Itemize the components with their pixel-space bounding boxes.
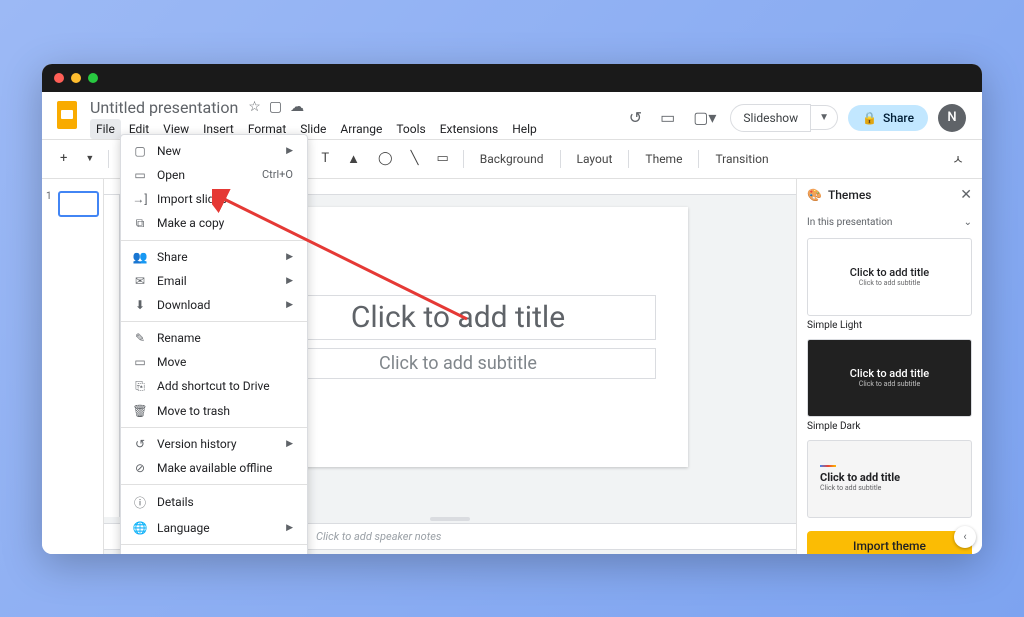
menu-item-import-slides[interactable]: →] Import slides bbox=[121, 187, 307, 211]
menu-item-page-setup[interactable]: ▢ Page setup bbox=[121, 549, 307, 554]
themes-title: Themes bbox=[828, 188, 871, 202]
move-icon[interactable]: ▢ bbox=[269, 99, 282, 115]
menu-item-trash[interactable]: 🗑 Move to trash bbox=[121, 399, 307, 423]
submenu-arrow-icon: ▶ bbox=[286, 146, 293, 156]
globe-icon: 🌐 bbox=[131, 521, 149, 535]
history-icon[interactable]: ↺ bbox=[625, 104, 646, 131]
menu-tools[interactable]: Tools bbox=[390, 119, 431, 139]
copy-icon: ⧉ bbox=[131, 216, 149, 231]
new-slide-button[interactable]: + bbox=[54, 147, 73, 170]
menu-item-language[interactable]: 🌐 Language ▶ bbox=[121, 516, 307, 540]
close-icon[interactable]: ✕ bbox=[960, 187, 972, 203]
new-slide-dropdown[interactable]: ▼ bbox=[79, 149, 100, 168]
menu-item-open[interactable]: ▭ Open Ctrl+O bbox=[121, 163, 307, 187]
theme-streamline[interactable]: Click to add title Click to add subtitle bbox=[807, 440, 972, 518]
meet-icon[interactable]: ▢▾ bbox=[689, 104, 720, 131]
submenu-arrow-icon: ▶ bbox=[286, 300, 293, 310]
submenu-arrow-icon: ▶ bbox=[286, 523, 293, 533]
menu-help[interactable]: Help bbox=[506, 119, 543, 139]
move-folder-icon: ▭ bbox=[131, 355, 149, 369]
slide-thumbnail-1[interactable]: 1 bbox=[46, 191, 99, 217]
slide-filmstrip: 1 bbox=[42, 179, 104, 554]
palette-icon: 🎨 bbox=[807, 188, 822, 202]
menu-item-share[interactable]: 👥 Share ▶ bbox=[121, 245, 307, 269]
share-icon: 👥 bbox=[131, 250, 149, 264]
shortcut-icon: ⎘ bbox=[131, 379, 149, 394]
menu-item-move[interactable]: ▭ Move bbox=[121, 350, 307, 374]
submenu-arrow-icon: ▶ bbox=[286, 276, 293, 286]
comments-icon[interactable]: ▭ bbox=[656, 104, 679, 131]
line-tool[interactable]: ╲ bbox=[405, 147, 425, 170]
ruler-vertical bbox=[104, 195, 120, 517]
star-icon[interactable]: ☆ bbox=[248, 99, 261, 115]
download-icon: ⬇ bbox=[131, 298, 149, 312]
window-minimize-icon[interactable] bbox=[71, 73, 81, 83]
lock-icon: 🔒 bbox=[862, 111, 877, 125]
app-window: Untitled presentation ☆ ▢ ☁ File Edit Vi… bbox=[42, 64, 982, 554]
import-icon: →] bbox=[131, 192, 149, 206]
menu-item-new[interactable]: ▢ New ▶ bbox=[121, 139, 307, 163]
menu-item-rename[interactable]: ✎ Rename bbox=[121, 326, 307, 350]
file-menu-dropdown: ▢ New ▶ ▭ Open Ctrl+O →] Import slides ⧉… bbox=[120, 134, 308, 554]
menu-item-download[interactable]: ⬇ Download ▶ bbox=[121, 293, 307, 317]
background-button[interactable]: Background bbox=[472, 148, 552, 170]
toolbar-collapse-icon[interactable]: ㅅ bbox=[946, 145, 970, 172]
window-titlebar bbox=[42, 64, 982, 92]
thumbnail-preview bbox=[58, 191, 99, 217]
themes-section-toggle[interactable]: In this presentation ⌄ bbox=[797, 211, 982, 234]
shape-tool[interactable]: ◯ bbox=[372, 147, 399, 170]
import-theme-button[interactable]: Import theme bbox=[807, 531, 972, 554]
theme-simple-dark[interactable]: Click to add title Click to add subtitle bbox=[807, 339, 972, 417]
document-icon: ▢ bbox=[131, 144, 149, 158]
email-icon: ✉ bbox=[131, 274, 149, 288]
slide-subtitle-placeholder[interactable]: Click to add subtitle bbox=[260, 348, 656, 379]
history-icon: ↺ bbox=[131, 437, 149, 451]
rename-icon: ✎ bbox=[131, 331, 149, 345]
submenu-arrow-icon: ▶ bbox=[286, 439, 293, 449]
app-header: Untitled presentation ☆ ▢ ☁ File Edit Vi… bbox=[42, 92, 982, 140]
slides-logo-icon[interactable] bbox=[54, 98, 80, 132]
menu-item-email[interactable]: ✉ Email ▶ bbox=[121, 269, 307, 293]
menu-item-offline[interactable]: ⊘ Make available offline bbox=[121, 456, 307, 480]
menu-item-make-copy[interactable]: ⧉ Make a copy bbox=[121, 211, 307, 236]
offline-icon: ⊘ bbox=[131, 461, 149, 475]
chevron-down-icon: ⌄ bbox=[964, 217, 972, 228]
theme-simple-light[interactable]: Click to add title Click to add subtitle bbox=[807, 238, 972, 316]
layout-button[interactable]: Layout bbox=[569, 148, 621, 170]
trash-icon: 🗑 bbox=[131, 404, 149, 418]
folder-icon: ▭ bbox=[131, 168, 149, 182]
notes-resize-handle[interactable] bbox=[430, 517, 470, 521]
info-icon: ⓘ bbox=[131, 494, 149, 511]
slideshow-dropdown[interactable]: ▼ bbox=[811, 105, 838, 130]
themes-panel: 🎨 Themes ✕ In this presentation ⌄ Click … bbox=[796, 179, 982, 554]
share-button[interactable]: 🔒 Share bbox=[848, 105, 928, 131]
window-zoom-icon[interactable] bbox=[88, 73, 98, 83]
theme-button[interactable]: Theme bbox=[637, 148, 690, 170]
menu-arrange[interactable]: Arrange bbox=[334, 119, 388, 139]
menu-item-version-history[interactable]: ↺ Version history ▶ bbox=[121, 432, 307, 456]
slideshow-button[interactable]: Slideshow bbox=[730, 104, 811, 132]
cloud-status-icon[interactable]: ☁ bbox=[290, 99, 304, 115]
transition-button[interactable]: Transition bbox=[707, 148, 776, 170]
slide-title-placeholder[interactable]: Click to add title bbox=[260, 295, 656, 340]
document-title[interactable]: Untitled presentation bbox=[90, 98, 238, 117]
textbox-tool[interactable]: T bbox=[315, 147, 335, 170]
account-avatar[interactable]: N bbox=[938, 104, 966, 132]
submenu-arrow-icon: ▶ bbox=[286, 252, 293, 262]
window-close-icon[interactable] bbox=[54, 73, 64, 83]
menu-file[interactable]: File bbox=[90, 119, 121, 139]
comment-tool[interactable]: ▭ bbox=[430, 147, 454, 170]
menu-extensions[interactable]: Extensions bbox=[434, 119, 504, 139]
expand-panel-fab[interactable]: ‹ bbox=[954, 526, 976, 548]
menu-item-details[interactable]: ⓘ Details bbox=[121, 489, 307, 516]
image-tool[interactable]: ▲ bbox=[341, 147, 366, 171]
menu-item-add-shortcut[interactable]: ⎘ Add shortcut to Drive bbox=[121, 374, 307, 399]
